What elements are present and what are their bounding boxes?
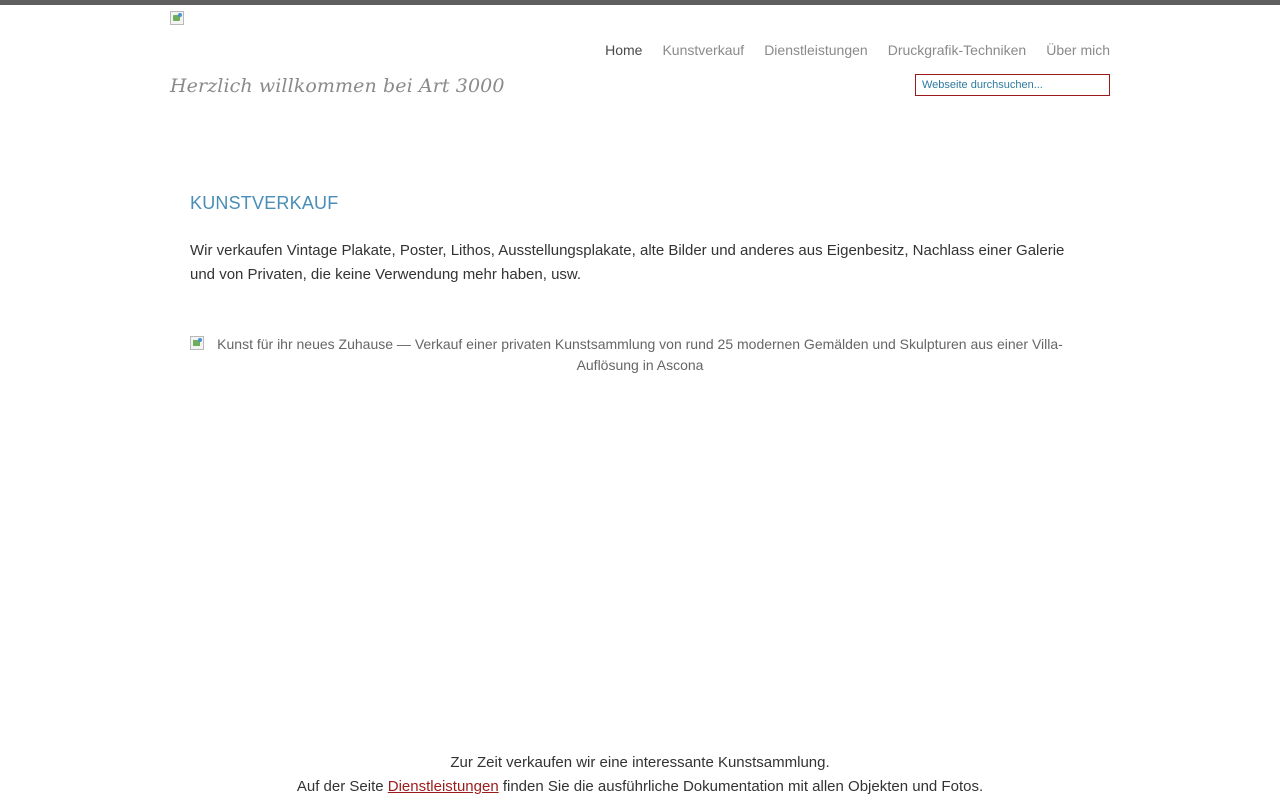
nav-item-ueber-mich[interactable]: Über mich bbox=[1046, 42, 1110, 58]
footer-line-1: Zur Zeit verkaufen wir eine interessante… bbox=[450, 754, 830, 771]
nav-item-druckgrafik-techniken[interactable]: Druckgrafik-Techniken bbox=[888, 42, 1027, 58]
footer-notes: Zur Zeit verkaufen wir eine interessante… bbox=[0, 751, 1280, 799]
footer-line-2: Auf der Seite Dienstleistungen finden Si… bbox=[0, 775, 1280, 799]
search-input[interactable] bbox=[915, 74, 1110, 96]
logo-broken-image-icon[interactable] bbox=[170, 11, 184, 25]
broken-image-icon bbox=[190, 336, 204, 350]
top-bar bbox=[0, 0, 1280, 5]
nav-item-kunstverkauf[interactable]: Kunstverkauf bbox=[662, 42, 744, 58]
collection-image-placeholder[interactable]: Kunst für ihr neues Zuhause — Verkauf ei… bbox=[190, 334, 1090, 376]
dienstleistungen-link[interactable]: Dienstleistungen bbox=[388, 778, 499, 795]
nav-item-home[interactable]: Home bbox=[605, 42, 642, 58]
footer-line-2-suffix: finden Sie die ausführliche Dokumentatio… bbox=[498, 778, 984, 795]
main-navigation: Home Kunstverkauf Dienstleistungen Druck… bbox=[605, 42, 1110, 58]
footer-line-2-prefix: Auf der Seite bbox=[296, 778, 388, 795]
nav-item-dienstleistungen[interactable]: Dienstleistungen bbox=[764, 42, 868, 58]
intro-text: Wir verkaufen Vintage Plakate, Poster, L… bbox=[190, 242, 1065, 283]
image-alt-text: Kunst für ihr neues Zuhause — Verkauf ei… bbox=[217, 336, 1063, 373]
page-title: KUNSTVERKAUF bbox=[190, 193, 339, 213]
site-tagline: Herzlich willkommen bei Art 3000 bbox=[170, 75, 505, 97]
